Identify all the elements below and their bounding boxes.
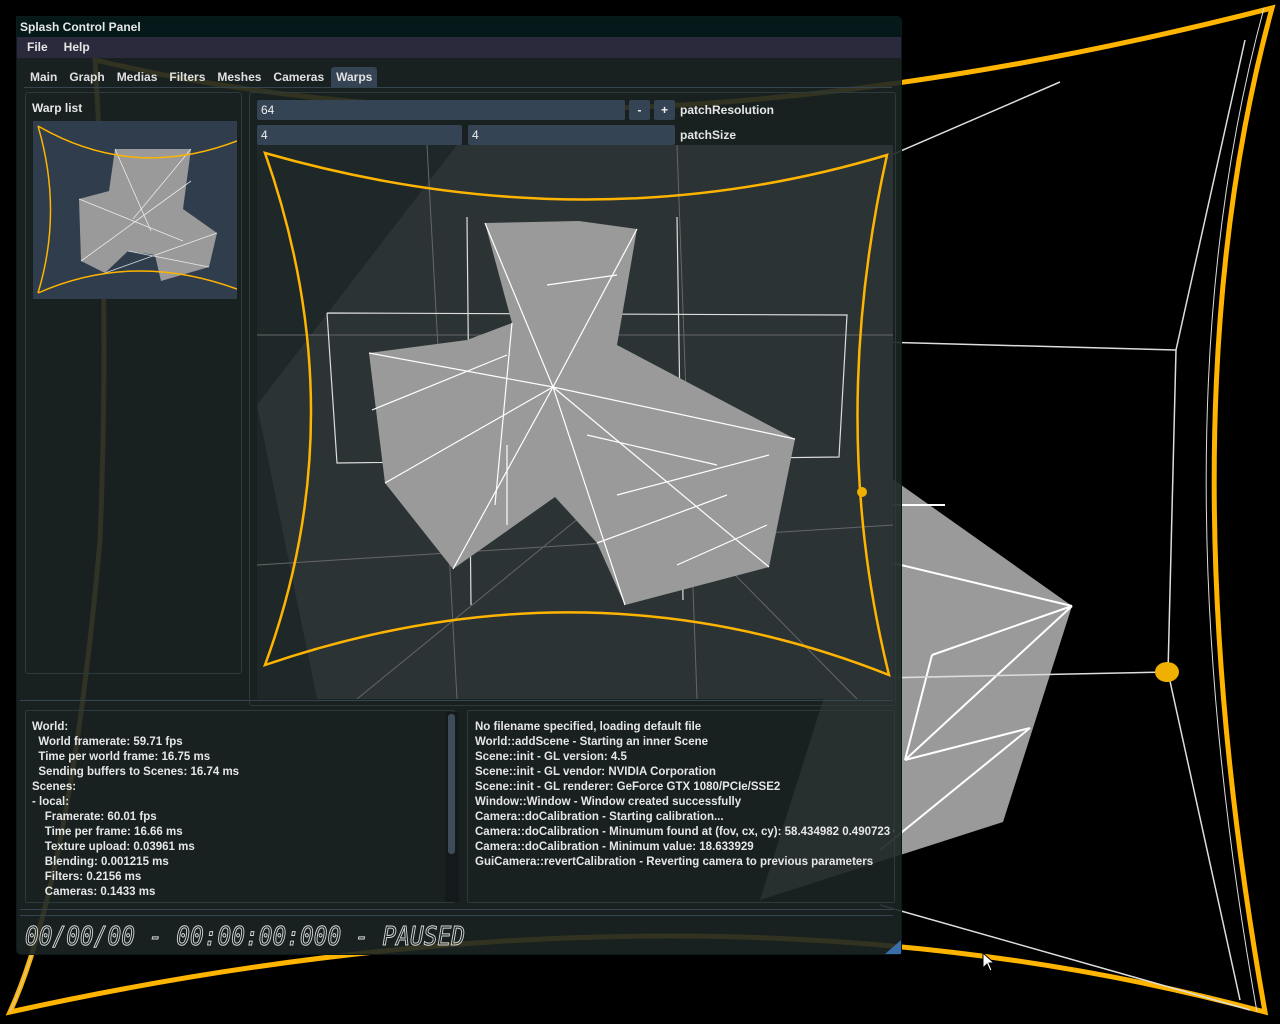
log-line: World::addScene - Starting an inner Scen… <box>475 736 709 748</box>
menu-help[interactable]: Help <box>64 40 90 54</box>
resize-grip-icon[interactable] <box>885 940 901 954</box>
control-point-icon[interactable] <box>857 487 867 497</box>
menu-file[interactable]: File <box>27 40 48 54</box>
stats-line: Framerate: 60.01 fps <box>32 811 157 823</box>
log-line: GuiCamera::revertCalibration - Reverting… <box>475 856 874 868</box>
log-line: Camera::doCalibration - Minumum found at… <box>475 826 895 838</box>
tab-divider <box>24 87 892 88</box>
log-line: Scene::init - GL vendor: NVIDIA Corporat… <box>475 766 716 778</box>
tab-medias[interactable]: Medias <box>112 67 163 87</box>
tab-meshes[interactable]: Meshes <box>212 67 266 87</box>
patch-size-y-input[interactable]: 4 <box>468 125 675 145</box>
log-line: No filename specified, loading default f… <box>475 721 702 733</box>
tab-cameras[interactable]: Cameras <box>268 67 329 87</box>
stats-line: Blending: 0.001215 ms <box>32 856 169 868</box>
timecode-display: 00/00/00 - 00:00:00:000 - PAUSED <box>25 922 466 951</box>
stats-line: Scenes: <box>32 781 77 793</box>
log-line: Camera::doCalibration - Minimum value: 1… <box>475 841 754 853</box>
stats-line: Time per frame: 16.66 ms <box>32 826 183 838</box>
log-line: Scene::init - GL renderer: GeForce GTX 1… <box>475 781 781 793</box>
tab-main[interactable]: Main <box>25 67 62 87</box>
divider <box>20 700 893 701</box>
stats-line: - local: <box>32 796 70 808</box>
tab-bar: Main Graph Medias Filters Meshes Cameras… <box>25 67 379 87</box>
control-panel-window: Splash Control Panel File Help Main Graph… <box>17 17 901 954</box>
warp-list-panel: Warp list <box>25 92 242 674</box>
increment-button[interactable]: + <box>654 100 675 120</box>
patch-resolution-input[interactable]: 64 <box>257 100 625 120</box>
patch-resolution-label: patchResolution <box>680 103 775 117</box>
divider <box>20 909 893 910</box>
patch-size-label: patchSize <box>680 128 737 142</box>
stats-line: Filters: 0.2156 ms <box>32 871 142 883</box>
control-point-icon[interactable] <box>1155 662 1179 682</box>
stats-line: Sending buffers to Scenes: 16.74 ms <box>32 766 240 778</box>
divider <box>20 915 893 916</box>
stats-line: Time per world frame: 16.75 ms <box>32 751 211 763</box>
window-title[interactable]: Splash Control Panel <box>17 17 901 37</box>
stats-line: World: <box>32 721 69 733</box>
log-panel: No filename specified, loading default f… <box>467 710 895 903</box>
warp-viewport[interactable] <box>257 145 893 699</box>
mouse-pointer-icon <box>982 952 996 972</box>
warp-thumbnail[interactable] <box>33 121 237 299</box>
stats-panel: World: World framerate: 59.71 fps Time p… <box>25 710 455 903</box>
tab-filters[interactable]: Filters <box>164 67 210 87</box>
log-line: Window::Window - Window created successf… <box>475 796 742 808</box>
stats-line: Texture upload: 0.03961 ms <box>32 841 195 853</box>
stats-scrollbar-thumb[interactable] <box>448 714 455 854</box>
stats-line: Cameras: 0.1433 ms <box>32 886 156 898</box>
timecode-text: 00/00/00 - 00:00:00:000 - PAUSED <box>25 922 465 950</box>
tab-graph[interactable]: Graph <box>64 67 109 87</box>
log-line: Scene::init - GL version: 4.5 <box>475 751 627 763</box>
warp-list-label: Warp list <box>32 101 83 115</box>
patch-size-x-input[interactable]: 4 <box>257 125 462 145</box>
menu-bar: File Help <box>17 37 901 58</box>
decrement-button[interactable]: - <box>629 100 650 120</box>
log-line: Camera::doCalibration - Starting calibra… <box>475 811 724 823</box>
tab-warps[interactable]: Warps <box>331 67 378 87</box>
stats-line: World framerate: 59.71 fps <box>32 736 183 748</box>
